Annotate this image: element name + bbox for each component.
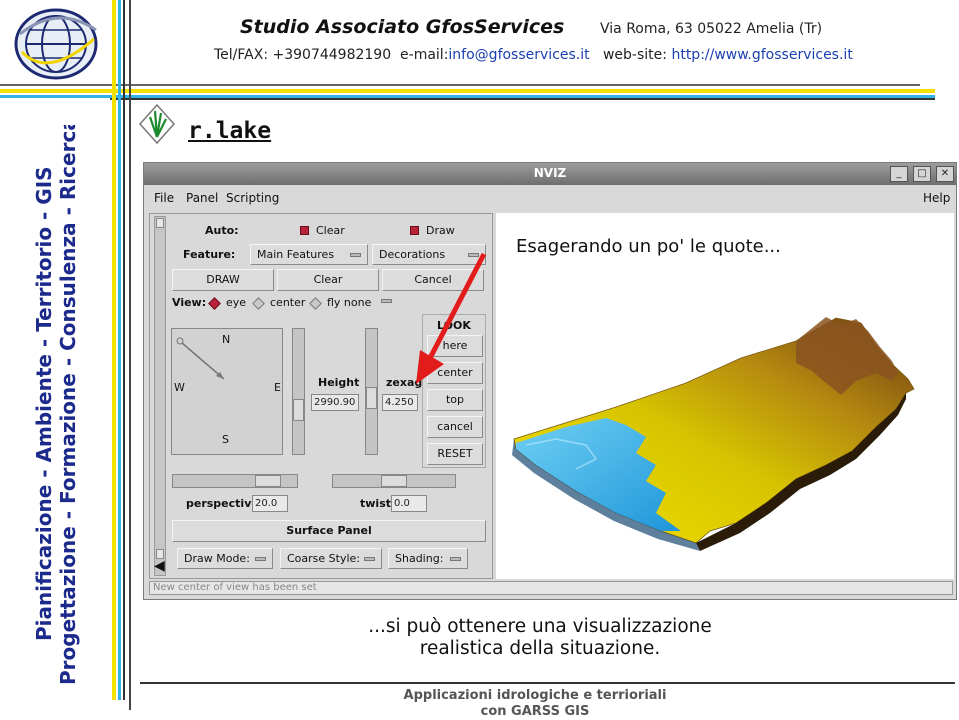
feature-label: Feature:: [183, 248, 236, 261]
draw-checkbox[interactable]: [410, 226, 419, 235]
view-center-label: center: [270, 296, 306, 309]
menu-scripting[interactable]: Scripting: [226, 191, 279, 205]
nviz-window: NVIZ _ □ ✕ File Panel Scripting Help ◀ A…: [143, 162, 957, 600]
twist-slider[interactable]: [332, 474, 456, 488]
footer: Applicazioni idrologiche e terrioriali c…: [390, 688, 680, 720]
shading-label: Shading:: [395, 552, 444, 565]
sidebar-line-gray: [129, 0, 131, 710]
nviz-menubar: File Panel Scripting Help: [144, 186, 956, 210]
footer-line1: Applicazioni idrologiche e terrioriali: [403, 688, 667, 703]
perspective-label: perspective: [186, 497, 259, 510]
panel-vertical-scrollbar[interactable]: [154, 216, 166, 576]
header-line-yellow: [0, 89, 935, 93]
draw-button[interactable]: DRAW: [172, 269, 274, 291]
shading-select[interactable]: Shading:: [388, 548, 468, 569]
draw-checkbox-label: Draw: [426, 224, 455, 237]
caption-line2: realistica della situazione.: [419, 638, 661, 659]
email-link[interactable]: info@gfosservices.it: [448, 47, 589, 63]
caption: ...si può ottenere una visualizzazione r…: [300, 616, 780, 660]
zexag-input[interactable]: 4.250: [382, 394, 418, 411]
company-logo: [14, 8, 98, 80]
compass-pointer-icon: [176, 337, 225, 380]
view-fly-radio[interactable]: [309, 297, 322, 310]
website-link[interactable]: http://www.gfosservices.it: [671, 47, 852, 63]
zexag-slider[interactable]: [365, 328, 378, 455]
surface-panel-button[interactable]: Surface Panel: [172, 520, 486, 542]
look-cancel-button[interactable]: cancel: [427, 416, 483, 438]
sidebar-tagline: Pianificazione - Ambiente - Territorio -…: [32, 117, 85, 685]
footer-line: [140, 682, 955, 684]
page-title: r.lake: [188, 118, 272, 144]
view-eye-label: eye: [226, 296, 247, 309]
position-compass[interactable]: N S E W: [171, 328, 283, 455]
email-label: e-mail:: [400, 47, 449, 63]
perspective-input[interactable]: 20.0: [252, 495, 288, 512]
clear-checkbox[interactable]: [300, 226, 309, 235]
menu-help[interactable]: Help: [923, 191, 950, 205]
footer-line2: con GARSS GIS: [480, 704, 590, 719]
red-arrow-icon: [416, 252, 487, 384]
clear-button[interactable]: Clear: [277, 269, 379, 291]
view-center-radio[interactable]: [252, 297, 265, 310]
nviz-titlebar[interactable]: NVIZ _ □ ✕: [144, 163, 956, 185]
feature-select-value: Main Features: [257, 248, 335, 261]
auto-label: Auto:: [205, 224, 239, 237]
nviz-title: NVIZ: [533, 166, 567, 180]
perspective-slider[interactable]: [172, 474, 298, 488]
menu-panel[interactable]: Panel: [186, 191, 218, 205]
sidebar-line-dark: [123, 0, 125, 700]
look-reset-button[interactable]: RESET: [427, 443, 483, 465]
view-eye-radio[interactable]: [208, 297, 221, 310]
view-label: View:: [172, 296, 207, 309]
sidebar-tagline-line1: Pianificazione - Ambiente - Territorio -…: [35, 166, 56, 641]
contacts-line: Tel/FAX: +390744982190 e-mail:info@gfoss…: [214, 47, 853, 63]
company-name: Studio Associato GfosServices: [240, 16, 565, 38]
coarse-style-select[interactable]: Coarse Style:: [280, 548, 382, 569]
header-line-dark: [110, 98, 935, 100]
company-address: Via Roma, 63 05022 Amelia (Tr): [600, 21, 823, 37]
draw-mode-select[interactable]: Draw Mode:: [177, 548, 273, 569]
fly-mode-dropdown[interactable]: [376, 296, 394, 306]
telfax: Tel/FAX: +390744982190: [214, 47, 392, 63]
scroll-up-arrow[interactable]: [156, 218, 164, 228]
menu-file[interactable]: File: [154, 191, 174, 205]
terrain-render: [512, 317, 915, 551]
3d-view-canvas[interactable]: [496, 213, 954, 579]
grass-logo-icon: [138, 103, 176, 145]
feature-select[interactable]: Main Features: [250, 244, 368, 265]
draw-mode-label: Draw Mode:: [184, 552, 250, 565]
status-bar: New center of view has been set: [149, 581, 953, 595]
annotation-text: Esagerando un po' le quote...: [516, 236, 781, 257]
sidebar-line-yellow: [112, 0, 116, 700]
close-button[interactable]: ✕: [936, 166, 954, 182]
sidebar-line-blue: [118, 0, 121, 700]
maximize-button[interactable]: □: [913, 166, 931, 182]
website-label: web-site:: [602, 47, 667, 63]
look-top-button[interactable]: top: [427, 389, 483, 411]
minimize-button[interactable]: _: [890, 166, 908, 182]
coarse-style-label: Coarse Style:: [287, 552, 361, 565]
height-slider[interactable]: [292, 328, 305, 455]
header-line-gray: [0, 84, 920, 86]
twist-label: twist: [360, 497, 391, 510]
height-label: Height: [318, 376, 360, 389]
caption-line1: ...si può ottenere una visualizzazione: [368, 616, 712, 637]
clear-checkbox-label: Clear: [316, 224, 345, 237]
twist-input[interactable]: 0.0: [391, 495, 427, 512]
view-fly-label: fly none: [327, 296, 372, 309]
scroll-left-arrow[interactable]: ◀: [154, 558, 165, 574]
sidebar-tagline-line2: Progettazione - Formazione - Consulenza …: [56, 125, 80, 685]
height-input[interactable]: 2990.90: [311, 394, 359, 411]
